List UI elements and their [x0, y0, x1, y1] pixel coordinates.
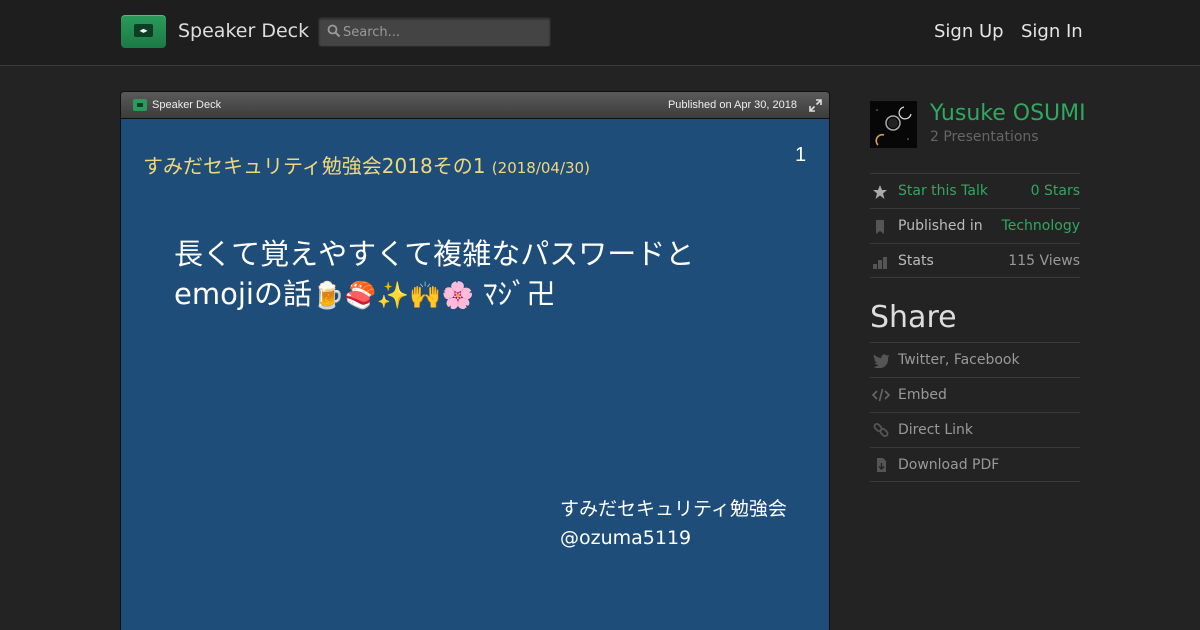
slide-title-text: すみだセキュリティ勉強会2018その1	[143, 154, 486, 178]
slide-footer-handle: @ozuma5119	[560, 527, 692, 549]
published-date: Published on Apr 30, 2018	[667, 99, 797, 111]
search-input[interactable]	[343, 22, 543, 42]
star-count: 0 Stars	[1030, 183, 1080, 199]
search-icon	[327, 24, 341, 38]
link-icon	[873, 423, 889, 437]
author-avatar[interactable]	[870, 101, 917, 148]
share-list: Twitter, Facebook Embed Direct Link Down…	[870, 342, 1080, 482]
author-name-link[interactable]: Yusuke OSUMI	[930, 101, 1086, 126]
brand-name[interactable]: Speaker Deck	[178, 20, 309, 42]
eclipse-image	[870, 101, 917, 148]
slide-main-line2-suffix: ﾏｼﾞ卍	[473, 277, 556, 311]
star-icon	[873, 185, 887, 199]
code-icon	[872, 388, 890, 402]
slide-main-text: 長くて覚えやすくて複雑なパスワードと emojiの話🍺🍣✨🙌🌸 ﾏｼﾞ卍	[174, 234, 784, 316]
view-count: 115 Views	[1008, 253, 1080, 269]
published-in-label: Published in	[898, 218, 983, 234]
slide-player: Speaker Deck Published on Apr 30, 2018 す…	[120, 91, 830, 630]
share-social-label[interactable]: Twitter, Facebook	[898, 352, 1020, 368]
share-heading: Share	[870, 300, 957, 335]
search-box[interactable]	[318, 17, 551, 47]
published-in-row: Published in Technology	[870, 208, 1080, 243]
player-brand[interactable]: Speaker Deck	[152, 99, 221, 111]
download-pdf-row[interactable]: Download PDF	[870, 447, 1080, 482]
download-file-icon	[877, 458, 886, 472]
fullscreen-icon[interactable]	[809, 99, 822, 112]
slide-canvas[interactable]: すみだセキュリティ勉強会2018その1 (2018/04/30) 1 長くて覚え…	[121, 119, 829, 630]
slide-main-line2: emojiの話🍺🍣✨🙌🌸 ﾏｼﾞ卍	[174, 274, 784, 316]
speaker-deck-logo[interactable]: ◂▸	[121, 15, 166, 48]
embed-row[interactable]: Embed	[870, 377, 1080, 412]
twitter-bird-icon	[873, 354, 889, 368]
sign-in-link[interactable]: Sign In	[1021, 21, 1083, 42]
embed-label[interactable]: Embed	[898, 387, 947, 403]
author-presentation-count: 2 Presentations	[930, 129, 1039, 145]
player-toolbar: Speaker Deck Published on Apr 30, 2018	[121, 92, 829, 119]
slide-page-number: 1	[795, 144, 807, 166]
bookmark-icon	[876, 220, 884, 234]
talk-info-list: Star this Talk 0 Stars Published in Tech…	[870, 173, 1080, 278]
bar-chart-icon	[873, 257, 887, 269]
slide-main-line1: 長くて覚えやすくて複雑なパスワードと	[174, 237, 695, 271]
sign-up-link[interactable]: Sign Up	[934, 21, 1004, 42]
stats-label: Stats	[898, 253, 934, 269]
download-pdf-label[interactable]: Download PDF	[898, 457, 999, 473]
top-header: ◂▸ Speaker Deck Sign Up Sign In	[0, 0, 1200, 66]
stats-row: Stats 115 Views	[870, 243, 1080, 278]
direct-link-label[interactable]: Direct Link	[898, 422, 973, 438]
direct-link-row[interactable]: Direct Link	[870, 412, 1080, 447]
slide-footer-org: すみだセキュリティ勉強会	[560, 498, 787, 520]
category-link[interactable]: Technology	[1002, 218, 1080, 234]
logo-arrows-icon: ◂▸	[134, 24, 153, 37]
player-logo-icon	[133, 99, 147, 111]
share-social-row[interactable]: Twitter, Facebook	[870, 342, 1080, 377]
star-talk-label[interactable]: Star this Talk	[898, 183, 988, 199]
slide-footer: すみだセキュリティ勉強会 @ozuma5119	[560, 495, 787, 553]
slide-title: すみだセキュリティ勉強会2018その1 (2018/04/30)	[143, 150, 590, 179]
slide-emoji-row: 🍺🍣✨🙌🌸	[311, 281, 474, 311]
star-talk-row[interactable]: Star this Talk 0 Stars	[870, 173, 1080, 208]
slide-main-line2-text: emojiの話	[174, 277, 312, 311]
slide-title-date: (2018/04/30)	[491, 159, 590, 177]
